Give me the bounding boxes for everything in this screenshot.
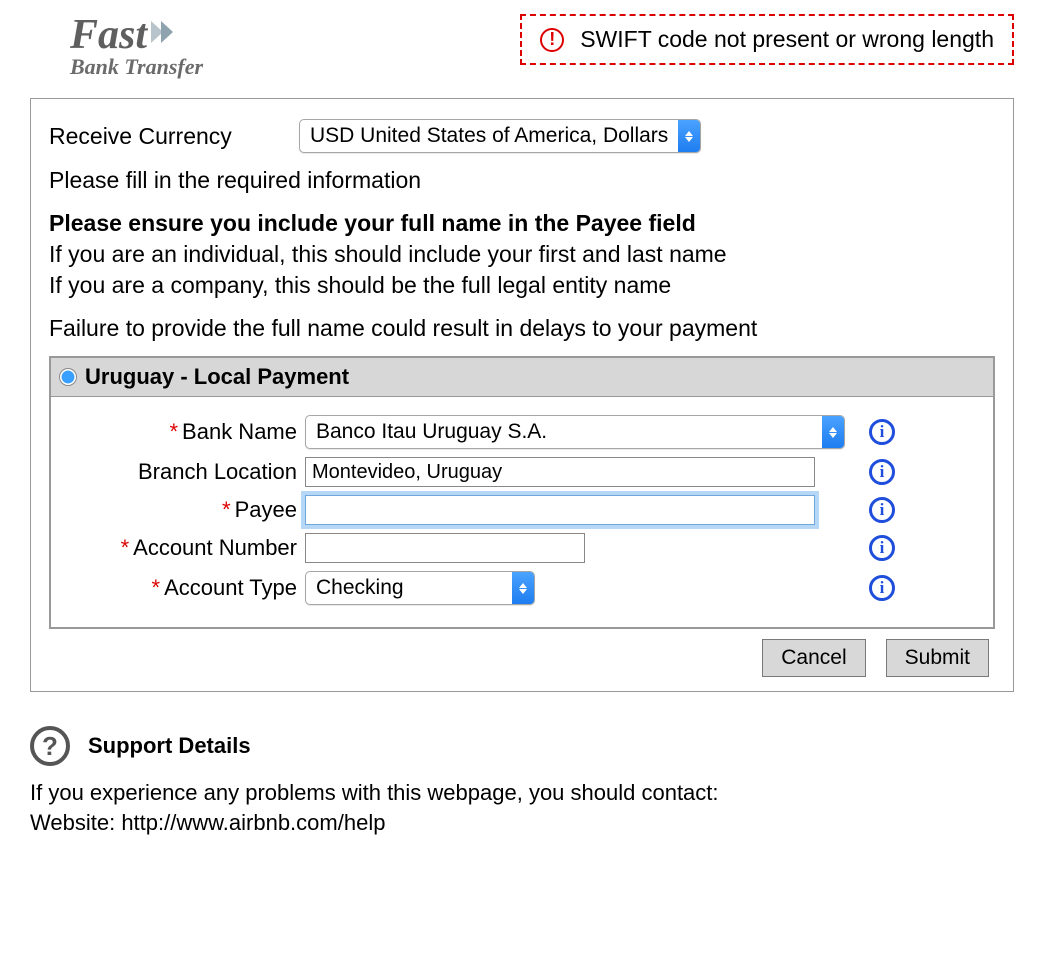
select-arrows-icon (678, 120, 700, 152)
account-number-input[interactable] (305, 533, 585, 563)
account-type-label: Account Type (164, 575, 297, 600)
cancel-button[interactable]: Cancel (762, 639, 865, 677)
submit-button[interactable]: Submit (886, 639, 989, 677)
branch-location-input[interactable] (305, 457, 815, 487)
payee-input[interactable] (305, 495, 815, 525)
payee-label: Payee (235, 497, 297, 522)
info-icon[interactable]: i (869, 459, 895, 485)
account-type-select[interactable]: Checking (305, 571, 535, 605)
logo-line2: Bank Transfer (70, 56, 203, 78)
logo-line1: Fast (70, 14, 147, 56)
ensure-bold: Please ensure you include your full name… (49, 208, 995, 239)
radio-selected-icon (59, 368, 77, 386)
logo-arrow-icon (149, 17, 181, 47)
name-instructions: Please ensure you include your full name… (49, 208, 995, 301)
select-arrows-icon (512, 572, 534, 604)
support-website-url[interactable]: http://www.airbnb.com/help (121, 810, 385, 835)
account-type-value: Checking (306, 572, 512, 604)
payment-method-title: Uruguay - Local Payment (85, 364, 349, 390)
select-arrows-icon (822, 416, 844, 448)
bank-name-select[interactable]: Banco Itau Uruguay S.A. (305, 415, 845, 449)
alert-text: SWIFT code not present or wrong length (580, 26, 994, 53)
account-number-label: Account Number (133, 535, 297, 560)
payment-method-header[interactable]: Uruguay - Local Payment (51, 358, 993, 397)
bank-name-label: Bank Name (182, 419, 297, 444)
receive-currency-select[interactable]: USD United States of America, Dollars (299, 119, 701, 153)
fill-required-text: Please fill in the required information (49, 165, 995, 196)
ensure-line2: If you are a company, this should be the… (49, 270, 995, 301)
alert-icon: ! (540, 28, 564, 52)
question-icon: ? (30, 726, 70, 766)
failure-warning: Failure to provide the full name could r… (49, 313, 995, 344)
receive-currency-value: USD United States of America, Dollars (300, 120, 678, 152)
support-title: Support Details (88, 733, 251, 759)
logo: Fast Bank Transfer (30, 14, 203, 78)
error-alert: ! SWIFT code not present or wrong length (520, 14, 1014, 65)
bank-name-value: Banco Itau Uruguay S.A. (306, 416, 822, 448)
support-website-label: Website: (30, 810, 121, 835)
info-icon[interactable]: i (869, 535, 895, 561)
info-icon[interactable]: i (869, 575, 895, 601)
payment-method-panel: Uruguay - Local Payment *Bank Name Banco… (49, 356, 995, 629)
info-icon[interactable]: i (869, 497, 895, 523)
main-form-panel: Receive Currency USD United States of Am… (30, 98, 1014, 692)
branch-location-label: Branch Location (138, 459, 297, 484)
support-intro: If you experience any problems with this… (30, 778, 1014, 808)
receive-currency-label: Receive Currency (49, 123, 299, 150)
ensure-line1: If you are an individual, this should in… (49, 239, 995, 270)
info-icon[interactable]: i (869, 419, 895, 445)
support-section: ? Support Details If you experience any … (30, 726, 1014, 837)
